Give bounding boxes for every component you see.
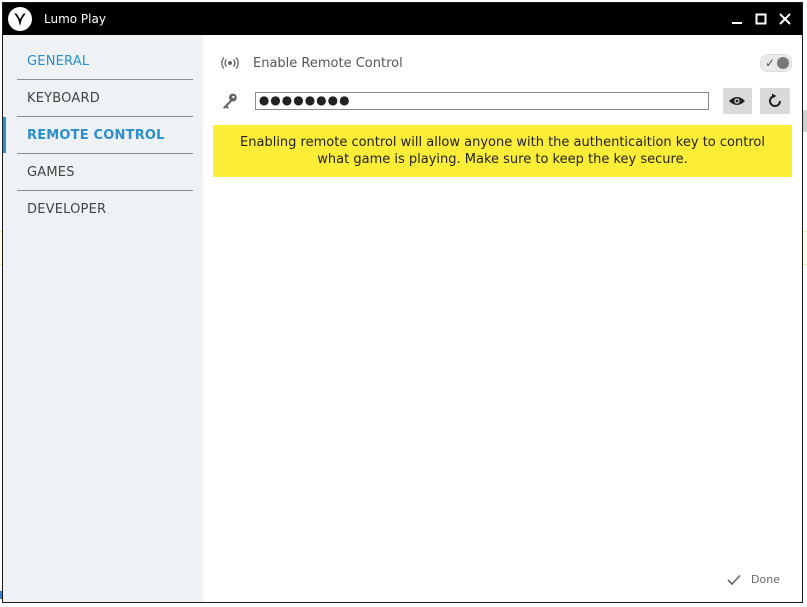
refresh-icon	[769, 93, 782, 107]
show-key-button[interactable]	[722, 88, 753, 114]
lumo-logo-icon	[8, 7, 32, 31]
regenerate-key-button[interactable]	[760, 88, 790, 114]
security-warning-banner: Enabling remote control will allow anyon…	[213, 125, 792, 177]
broadcast-icon	[221, 57, 239, 69]
minimize-button[interactable]	[726, 8, 748, 30]
done-label: Done	[751, 573, 780, 586]
key-icon	[222, 93, 237, 109]
sidebar-item-remote-control[interactable]: REMOTE CONTROL	[3, 117, 193, 154]
window-title: Lumo Play	[44, 12, 106, 26]
maximize-button[interactable]	[750, 8, 772, 30]
auth-key-field[interactable]: ●●●●●●●●	[254, 92, 709, 110]
settings-content: Enable Remote Control ✓ ●●●●●●●● Enablin…	[203, 35, 802, 602]
settings-sidebar: GENERAL KEYBOARD REMOTE CONTROL GAMES DE…	[3, 35, 203, 602]
background-scroll-edge	[803, 110, 807, 132]
auth-key-row: ●●●●●●●●	[221, 87, 790, 115]
close-button[interactable]	[774, 8, 796, 30]
enable-remote-label: Enable Remote Control	[253, 55, 403, 71]
enable-remote-toggle[interactable]: ✓	[760, 54, 792, 72]
minimize-icon	[732, 22, 742, 24]
checkmark-icon	[727, 574, 741, 585]
remote-control-row: Enable Remote Control ✓	[221, 53, 792, 73]
toggle-knob	[777, 57, 789, 69]
app-window: Lumo Play GENERAL KEYBOARD REMOTE CONTRO…	[2, 2, 803, 603]
window-controls	[726, 8, 796, 30]
close-icon	[779, 13, 791, 25]
maximize-icon	[755, 13, 767, 25]
check-icon: ✓	[765, 56, 776, 70]
sidebar-item-keyboard[interactable]: KEYBOARD	[17, 80, 193, 117]
eye-icon	[729, 97, 746, 105]
sidebar-item-general[interactable]: GENERAL	[17, 43, 193, 80]
sidebar-item-games[interactable]: GAMES	[17, 154, 193, 191]
done-button[interactable]: Done	[727, 573, 780, 586]
sidebar-item-developer[interactable]: DEVELOPER	[17, 191, 193, 227]
title-bar: Lumo Play	[3, 3, 802, 35]
